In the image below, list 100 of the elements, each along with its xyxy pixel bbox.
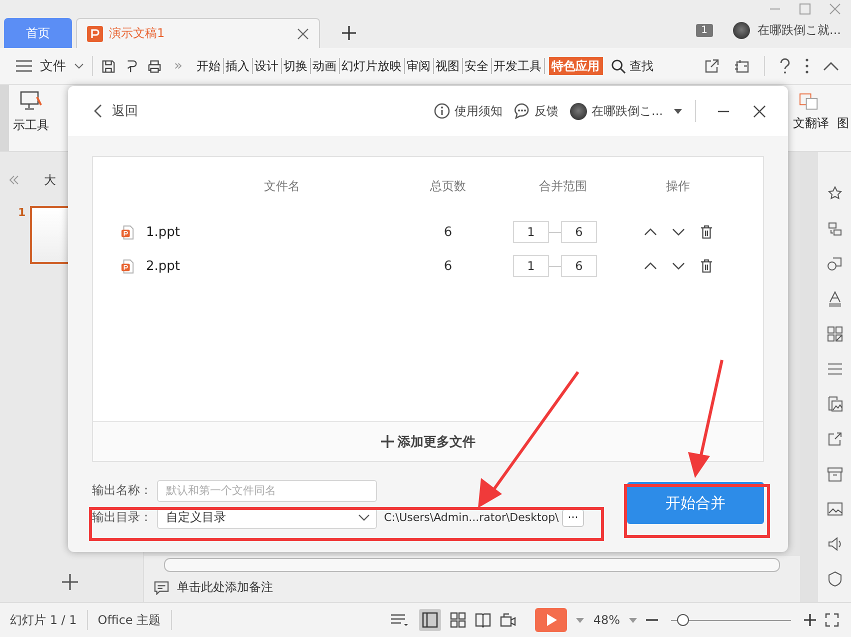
- menu-icon[interactable]: [16, 60, 32, 72]
- comment-icon[interactable]: [514, 103, 530, 119]
- tab-label: 演示文稿1: [109, 25, 165, 42]
- slide-number: 1: [18, 206, 26, 221]
- column-header: 文件名: [263, 178, 301, 194]
- fullscreen-icon[interactable]: [825, 613, 839, 627]
- ribbon-tab[interactable]: 视图: [434, 58, 463, 74]
- chevron-left-icon: [94, 104, 102, 118]
- column-header: 合并范围: [538, 178, 588, 194]
- move-up-icon[interactable]: [644, 262, 656, 270]
- help-link[interactable]: 使用须知: [454, 102, 503, 120]
- close-icon[interactable]: [297, 28, 309, 40]
- delete-icon[interactable]: [700, 259, 712, 273]
- ribbon-tab[interactable]: 开始: [194, 58, 224, 74]
- note-icon[interactable]: [734, 58, 750, 74]
- feedback-link[interactable]: 反馈: [534, 102, 559, 120]
- archive-icon[interactable]: [826, 466, 842, 482]
- help-icon[interactable]: [779, 58, 791, 74]
- text-style-icon[interactable]: [826, 291, 842, 307]
- avatar[interactable]: [570, 102, 587, 120]
- ribbon-tab[interactable]: 审阅: [404, 58, 434, 74]
- plus-icon: [380, 435, 394, 448]
- slider-thumb[interactable]: [677, 614, 689, 626]
- star-icon[interactable]: [826, 186, 842, 202]
- column-header: 操作: [665, 178, 691, 194]
- scrollbar[interactable]: [800, 152, 818, 602]
- shield-icon[interactable]: [826, 571, 842, 587]
- scrollbar[interactable]: [164, 558, 780, 572]
- caret-icon[interactable]: [674, 108, 682, 114]
- swap-icon[interactable]: [826, 221, 842, 237]
- notes-placeholder[interactable]: 单击此处添加备注: [177, 578, 273, 596]
- search-icon[interactable]: [610, 58, 626, 74]
- delete-icon[interactable]: [700, 225, 712, 239]
- file-menu[interactable]: 文件: [40, 57, 66, 75]
- tab-label: 首页: [26, 24, 50, 42]
- window-count-badge[interactable]: 1: [696, 24, 713, 37]
- translate-icon[interactable]: [799, 93, 819, 111]
- reading-view-icon[interactable]: [475, 612, 492, 628]
- column-header: 总页数: [429, 178, 467, 194]
- comment-icon[interactable]: [154, 580, 169, 594]
- range-end-field[interactable]: 6: [561, 221, 597, 243]
- info-icon[interactable]: [434, 103, 450, 119]
- tool-label[interactable]: 文翻译: [793, 115, 829, 132]
- search-label[interactable]: 查找: [630, 58, 654, 74]
- ribbon-tab[interactable]: 切换: [282, 58, 311, 74]
- image-icon[interactable]: [826, 501, 842, 517]
- chevron-down-icon: [358, 514, 370, 521]
- add-slide-icon[interactable]: [62, 574, 78, 590]
- output-path: C:\Users\Admin...rator\Desktop\: [384, 511, 559, 524]
- back-button[interactable]: 返回: [94, 102, 138, 120]
- share-icon[interactable]: [826, 431, 842, 447]
- theme-name[interactable]: Office 主题: [98, 612, 161, 628]
- file-name: 1.ppt: [146, 224, 180, 240]
- range-end-field[interactable]: 6: [561, 255, 597, 277]
- presentation-icon: [87, 26, 103, 42]
- field-label: 输出目录：: [92, 509, 152, 526]
- grid-icon[interactable]: [826, 326, 842, 342]
- presentation-tool-icon[interactable]: [20, 91, 42, 111]
- gallery-icon[interactable]: [826, 396, 842, 412]
- grid-view-icon[interactable]: [450, 612, 466, 628]
- ribbon-tab[interactable]: 开发工具: [492, 58, 545, 74]
- more-icon[interactable]: [805, 58, 809, 74]
- zoom-level[interactable]: 48%: [593, 613, 620, 627]
- normal-view-icon[interactable]: [419, 609, 442, 631]
- new-tab-icon[interactable]: [342, 26, 356, 40]
- file-name: 2.ppt: [146, 258, 180, 274]
- tool-label[interactable]: 图: [837, 115, 849, 132]
- ribbon-tab[interactable]: 设计: [252, 58, 282, 74]
- zoom-in-icon[interactable]: [804, 614, 816, 626]
- camera-icon[interactable]: [500, 612, 516, 628]
- chevron-down-icon[interactable]: [74, 63, 84, 69]
- add-files-button[interactable]: 添加更多文件: [93, 421, 763, 461]
- ribbon-tab[interactable]: 插入: [224, 58, 253, 74]
- close-icon[interactable]: [753, 104, 766, 118]
- play-button[interactable]: [535, 608, 568, 632]
- tool-label[interactable]: 示工具: [13, 117, 49, 134]
- range-start-field[interactable]: 1: [513, 221, 549, 243]
- user-name[interactable]: 在哪跌倒こ就...: [758, 22, 841, 39]
- page-count: 6: [442, 224, 454, 240]
- ppt-file-icon: [121, 258, 134, 274]
- ribbon-tab[interactable]: 幻灯片放映: [340, 58, 405, 74]
- ribbon-tab[interactable]: 动画: [310, 58, 340, 74]
- share-icon[interactable]: [704, 58, 720, 74]
- outline-tab[interactable]: 大: [44, 172, 56, 188]
- range-start-field[interactable]: 1: [513, 255, 549, 277]
- save-icon[interactable]: [101, 58, 116, 74]
- align-icon[interactable]: [390, 613, 410, 627]
- avatar[interactable]: [732, 22, 750, 39]
- slide-counter: 幻灯片 1 / 1: [10, 612, 77, 628]
- output-name-field[interactable]: 默认和第一个文件同名: [157, 480, 377, 502]
- ribbon-tab[interactable]: 安全: [462, 58, 492, 74]
- user-name[interactable]: 在哪跌倒こ...: [592, 102, 663, 120]
- page-count: 6: [442, 258, 454, 274]
- shapes-icon[interactable]: [826, 256, 842, 272]
- move-up-icon[interactable]: [644, 228, 656, 236]
- print-icon[interactable]: [147, 58, 162, 74]
- move-down-icon[interactable]: [672, 262, 684, 270]
- collapse-icon[interactable]: [823, 61, 839, 71]
- move-down-icon[interactable]: [672, 228, 684, 236]
- speaker-icon[interactable]: [826, 536, 842, 552]
